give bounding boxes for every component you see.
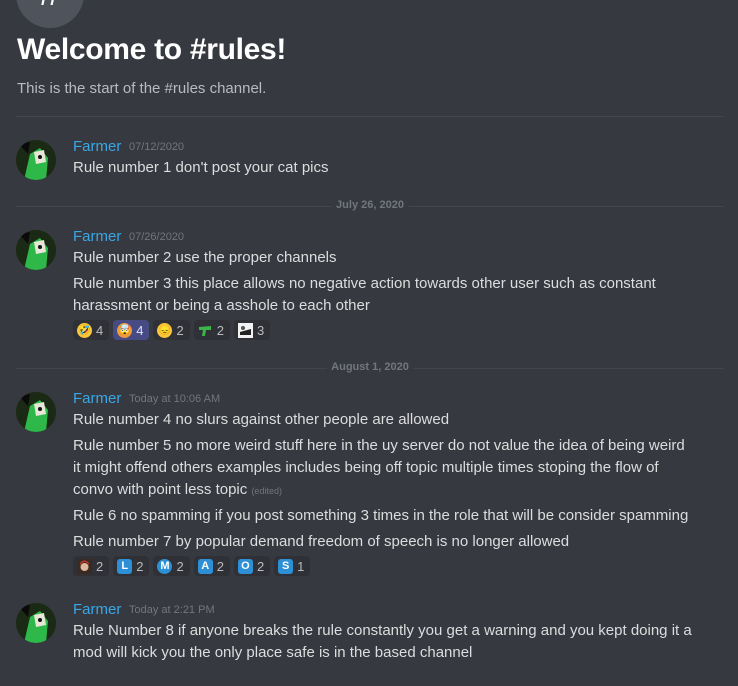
regional-l-icon: L [117,558,133,574]
avatar[interactable] [16,392,56,432]
reaction-count: 4 [136,322,144,338]
message-text: Rule 6 no spamming if you post something… [73,507,689,524]
circled-m-icon: M [157,558,173,574]
message-timestamp: 07/12/2020 [129,141,185,153]
reaction-regional-l[interactable]: L 2 [113,556,150,576]
reaction-regional-o[interactable]: O 2 [233,556,271,576]
green-gun-icon [197,322,213,338]
message-timestamp: Today at 10:06 AM [129,393,221,405]
meme-image-icon [237,322,253,338]
edited-marker: (edited) [251,486,282,496]
message-text: mod will kick you the only place safe is… [73,644,473,661]
message-text: it might offend others examples includes… [73,459,659,476]
header-divider [16,116,724,117]
welcome-title: Welcome to #rules! [17,33,287,66]
reaction-count: 2 [216,558,224,574]
date-divider: August 1, 2020 [16,361,724,373]
reaction-count: 2 [136,558,144,574]
reaction-count: 2 [176,322,184,338]
message-text: Rule number 3 this place allows no negat… [73,275,656,292]
reaction-custom-meme-image[interactable]: 3 [233,320,271,340]
message-author[interactable]: Farmer [73,138,121,155]
message-author[interactable]: Farmer [73,228,121,245]
reaction-count: 2 [216,322,224,338]
exploding-head-icon: 🤯 [117,322,133,338]
regional-a-icon: A [197,558,213,574]
message-text: Rule number 5 no more weird stuff here i… [73,437,685,454]
regional-s-icon: S [278,558,294,574]
avatar-image [16,230,56,270]
reaction-exploding-head[interactable]: 🤯 4 [113,320,150,340]
message-text: Rule number 7 by popular demand freedom … [73,533,570,550]
reaction-count: 2 [256,558,265,574]
welcome-subtitle: This is the start of the #rules channel. [17,80,267,97]
reaction-circled-m[interactable]: M 2 [153,556,190,576]
reaction-bar: 2 L 2 M 2 A 2 O 2 S 1 [73,556,311,576]
message-text-edited: convo with point less topic (edited) [73,479,718,502]
message-timestamp: Today at 2:21 PM [129,604,215,616]
reaction-regional-s[interactable]: S 1 [274,556,311,576]
avatar-image [16,603,56,643]
reaction-count: 3 [256,322,265,338]
avatar-face-icon [77,558,92,574]
message-author[interactable]: Farmer [73,601,121,618]
message-text: convo with point less topic [73,481,248,498]
message-text: harassment or being a asshole to each ot… [73,297,370,314]
reaction-custom-green-gun[interactable]: 2 [193,320,230,340]
avatar-image [16,392,56,432]
date-divider-label: July 26, 2020 [332,199,408,211]
channel-hash-icon: # [16,0,84,28]
message-author[interactable]: Farmer [73,390,121,407]
message-text: Rule Number 8 if anyone breaks the rule … [73,622,692,639]
reaction-rolling-on-floor-laughing[interactable]: 🤣 4 [73,320,110,340]
date-divider-label: August 1, 2020 [327,361,413,373]
reaction-regional-a[interactable]: A 2 [193,556,230,576]
reaction-count: 1 [297,558,305,574]
reaction-count: 4 [96,322,104,338]
reaction-bar: 🤣 4 🤯 4 😞 2 2 3 [73,320,271,340]
avatar[interactable] [16,230,56,270]
reaction-count: 2 [176,558,184,574]
disappointed-face-icon: 😞 [157,322,173,338]
message-text: Rule number 1 don't post your cat pics [73,159,329,176]
message-text: Rule number 4 no slurs against other peo… [73,411,450,428]
avatar-image [16,140,56,180]
reaction-count: 2 [96,558,104,574]
regional-o-icon: O [237,558,253,574]
message-text: Rule number 2 use the proper channels [73,249,337,266]
avatar[interactable] [16,140,56,180]
reaction-custom-avatar[interactable]: 2 [73,556,110,576]
message-timestamp: 07/26/2020 [129,231,185,243]
date-divider: July 26, 2020 [16,199,724,211]
reaction-disappointed-face[interactable]: 😞 2 [153,320,190,340]
rolling-laughing-icon: 🤣 [77,322,92,338]
avatar[interactable] [16,603,56,643]
